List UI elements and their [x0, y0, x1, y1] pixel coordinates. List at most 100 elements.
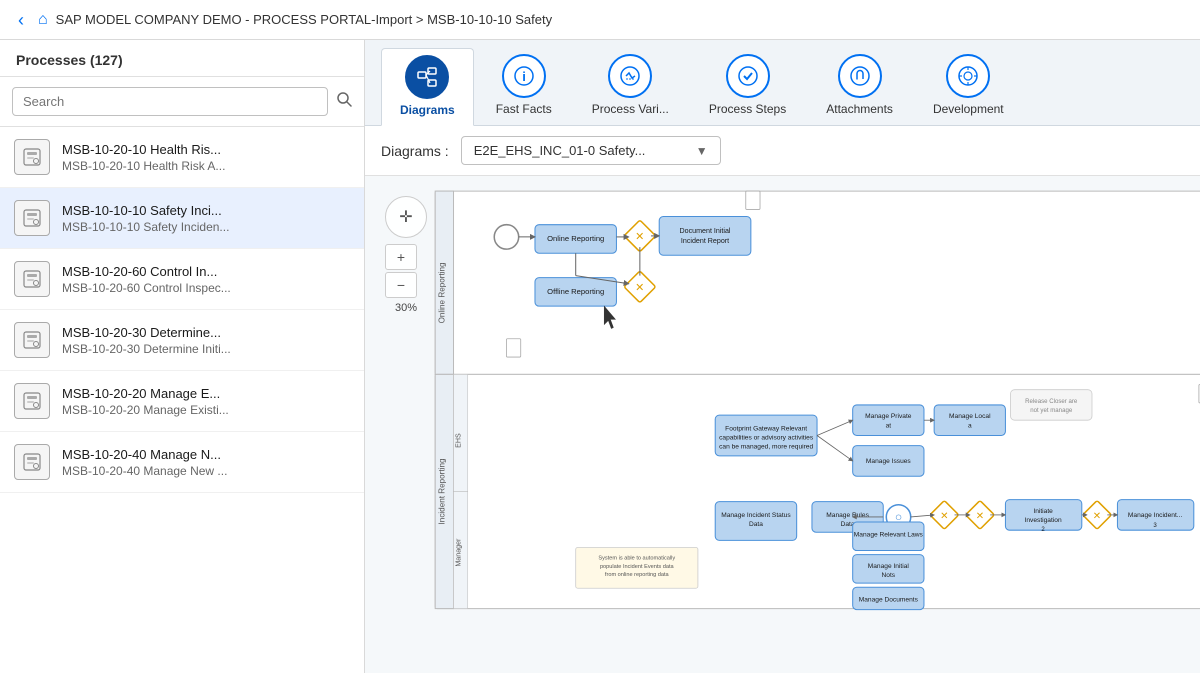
sidebar: Processes (127) MSB-10-20-10 Health Ris: [0, 40, 365, 673]
sidebar-item-text: MSB-10-20-10 Health Ris... MSB-10-20-10 …: [62, 142, 225, 173]
tab-icon-process-vari: [608, 54, 652, 98]
process-icon: [14, 200, 50, 236]
svg-text:Manager: Manager: [455, 538, 463, 567]
svg-text:a: a: [968, 422, 972, 429]
process-icon: [14, 322, 50, 358]
tab-icon-attachments: [838, 54, 882, 98]
sidebar-item-msb-10-20-10[interactable]: MSB-10-20-10 Health Ris... MSB-10-20-10 …: [0, 127, 364, 188]
svg-text:Manage Documents: Manage Documents: [859, 596, 919, 603]
diagram-dropdown[interactable]: E2E_EHS_INC_01-0 Safety... ▼: [461, 136, 721, 165]
sidebar-item-msb-10-20-20[interactable]: MSB-10-20-20 Manage E... MSB-10-20-20 Ma…: [0, 371, 364, 432]
svg-text:from online reporting data: from online reporting data: [605, 572, 670, 578]
tab-icon-process-steps: [726, 54, 770, 98]
svg-text:Incident Report: Incident Report: [681, 237, 729, 245]
zoom-out-button[interactable]: −: [385, 272, 417, 298]
tab-fast-facts[interactable]: i Fast Facts: [478, 48, 570, 125]
svg-text:3: 3: [1153, 522, 1157, 529]
search-bar: [0, 77, 364, 127]
svg-text:Footprint Gateway Relevant: Footprint Gateway Relevant: [725, 425, 807, 432]
home-icon[interactable]: ⌂: [38, 11, 48, 29]
sidebar-item-msb-10-20-60[interactable]: MSB-10-20-60 Control In... MSB-10-20-60 …: [0, 249, 364, 310]
svg-text:Manage Private: Manage Private: [865, 413, 912, 420]
tab-label-fast-facts: Fast Facts: [496, 102, 552, 116]
sidebar-item-title: MSB-10-20-10 Health Ris...: [62, 142, 225, 157]
sidebar-item-title: MSB-10-20-20 Manage E...: [62, 386, 229, 401]
tab-attachments[interactable]: Attachments: [808, 48, 911, 125]
tab-label-diagrams: Diagrams: [400, 103, 455, 117]
svg-text:Manage Rules: Manage Rules: [826, 512, 869, 519]
tab-icon-diagrams: [405, 55, 449, 99]
svg-text:Incident Reporting: Incident Reporting: [437, 459, 446, 525]
diagram-canvas[interactable]: ✛ + − 30% Online Reporting Incide: [365, 176, 1200, 673]
sidebar-item-subtitle: MSB-10-10-10 Safety Inciden...: [62, 220, 229, 234]
svg-text:Offline Reporting: Offline Reporting: [547, 287, 604, 296]
tab-bar: Diagrams i Fast Facts Process Vari... Pr…: [365, 40, 1200, 126]
tab-diagrams[interactable]: Diagrams: [381, 48, 474, 126]
chevron-down-icon: ▼: [696, 144, 708, 158]
search-input[interactable]: [12, 87, 328, 116]
sidebar-title: Processes (127): [0, 40, 364, 77]
process-icon: [14, 444, 50, 480]
sidebar-item-title: MSB-10-20-60 Control In...: [62, 264, 231, 279]
svg-text:✕: ✕: [635, 282, 644, 294]
tab-icon-development: [946, 54, 990, 98]
tab-development[interactable]: Development: [915, 48, 1022, 125]
back-button[interactable]: ‹: [12, 9, 30, 31]
svg-text:✕: ✕: [1093, 511, 1102, 522]
svg-text:Manage Initial: Manage Initial: [868, 563, 910, 570]
zoom-level: 30%: [385, 302, 427, 314]
sidebar-item-msb-10-10-10[interactable]: MSB-10-10-10 Safety Inci... MSB-10-10-10…: [0, 188, 364, 249]
sidebar-item-text: MSB-10-20-20 Manage E... MSB-10-20-20 Ma…: [62, 386, 229, 417]
svg-text:Document Initial: Document Initial: [680, 227, 731, 235]
svg-text:capabilities or advisory activ: capabilities or advisory activities: [719, 435, 814, 442]
svg-text:✕: ✕: [976, 511, 985, 522]
nav-controls: ✛ + − 30%: [385, 196, 427, 314]
tab-label-process-steps: Process Steps: [709, 102, 786, 116]
sidebar-item-msb-10-20-30[interactable]: MSB-10-20-30 Determine... MSB-10-20-30 D…: [0, 310, 364, 371]
search-button[interactable]: [336, 91, 352, 112]
sidebar-item-text: MSB-10-20-30 Determine... MSB-10-20-30 D…: [62, 325, 231, 356]
svg-text:Initiate: Initiate: [1033, 508, 1053, 515]
app-header: ‹ ⌂ SAP MODEL COMPANY DEMO - PROCESS POR…: [0, 0, 1200, 40]
tab-label-development: Development: [933, 102, 1004, 116]
process-icon: [14, 383, 50, 419]
diagram-label: Diagrams :: [381, 143, 449, 159]
svg-text:Manage Relevant Laws: Manage Relevant Laws: [854, 531, 924, 538]
process-icon: [14, 261, 50, 297]
sidebar-item-text: MSB-10-20-60 Control In... MSB-10-20-60 …: [62, 264, 231, 295]
zoom-in-button[interactable]: +: [385, 244, 417, 270]
svg-text:at: at: [886, 422, 892, 429]
sidebar-item-subtitle: MSB-10-20-20 Manage Existi...: [62, 403, 229, 417]
sidebar-item-subtitle: MSB-10-20-40 Manage New ...: [62, 464, 227, 478]
bpmn-diagram: Online Reporting Incident Reporting EHS …: [425, 186, 1200, 673]
svg-text:Manage Incident...: Manage Incident...: [1128, 512, 1183, 519]
sidebar-item-title: MSB-10-20-30 Determine...: [62, 325, 231, 340]
svg-text:EHS: EHS: [455, 433, 463, 448]
content-area: Diagrams i Fast Facts Process Vari... Pr…: [365, 40, 1200, 673]
pan-control[interactable]: ✛: [385, 196, 427, 238]
svg-text:Release Closer are: Release Closer are: [1025, 398, 1078, 405]
process-icon: [14, 139, 50, 175]
sidebar-item-msb-10-20-40[interactable]: MSB-10-20-40 Manage N... MSB-10-20-40 Ma…: [0, 432, 364, 493]
svg-text:not yet manage: not yet manage: [1030, 407, 1073, 414]
tab-icon-fast-facts: i: [502, 54, 546, 98]
svg-text:can be managed, more required: can be managed, more required: [719, 444, 813, 451]
svg-text:✕: ✕: [940, 511, 949, 522]
tab-label-attachments: Attachments: [826, 102, 893, 116]
breadcrumb: SAP MODEL COMPANY DEMO - PROCESS PORTAL-…: [56, 12, 552, 27]
tab-process-vari[interactable]: Process Vari...: [574, 48, 687, 125]
svg-text:System is able to automaticall: System is able to automatically: [598, 556, 675, 562]
main-layout: Processes (127) MSB-10-20-10 Health Ris: [0, 40, 1200, 673]
diagram-dropdown-text: E2E_EHS_INC_01-0 Safety...: [474, 143, 688, 158]
sidebar-item-title: MSB-10-10-10 Safety Inci...: [62, 203, 229, 218]
svg-text:Online Reporting: Online Reporting: [437, 262, 446, 323]
sidebar-item-subtitle: MSB-10-20-60 Control Inspec...: [62, 281, 231, 295]
sidebar-item-text: MSB-10-20-40 Manage N... MSB-10-20-40 Ma…: [62, 447, 227, 478]
sidebar-item-subtitle: MSB-10-20-30 Determine Initi...: [62, 342, 231, 356]
svg-text:Manage Incident Status: Manage Incident Status: [721, 512, 791, 519]
sidebar-item-title: MSB-10-20-40 Manage N...: [62, 447, 227, 462]
tab-process-steps[interactable]: Process Steps: [691, 48, 804, 125]
diagram-toolbar: Diagrams : E2E_EHS_INC_01-0 Safety... ▼: [365, 126, 1200, 176]
zoom-controls: + −: [385, 244, 427, 298]
svg-text:✕: ✕: [635, 231, 644, 243]
